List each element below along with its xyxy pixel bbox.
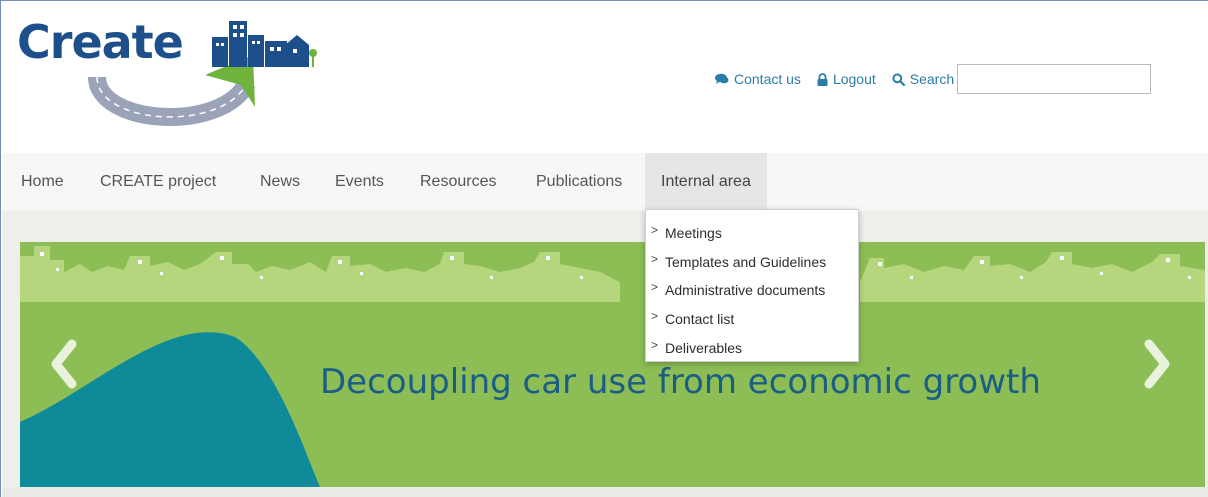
nav-item-events[interactable]: Events — [335, 153, 384, 211]
dropdown-item-administrative-documents[interactable]: > Administrative documents — [646, 276, 858, 305]
magnifier-icon — [892, 72, 905, 86]
browser-page: Create Contact us Logout Search Home CRE… — [0, 0, 1208, 497]
dropdown-item-label: Administrative documents — [665, 282, 826, 299]
slide-caption: Decoupling car use from economic growth — [320, 362, 1041, 402]
caret-right-icon: > — [651, 223, 659, 238]
search-label: Search — [909, 71, 955, 87]
logo-text: Create — [17, 15, 184, 69]
main-nav: Home CREATE project News Events Resource… — [2, 153, 1208, 211]
nav-item-create-project[interactable]: CREATE project — [100, 153, 216, 211]
dropdown-item-label: Deliverables — [665, 339, 743, 356]
logout-link[interactable]: Logout — [817, 71, 876, 87]
top-toolbar: Contact us Logout Search — [715, 64, 1152, 94]
logout-label: Logout — [832, 71, 876, 87]
dropdown-item-label: Meetings — [665, 225, 722, 242]
dropdown-item-templates[interactable]: > Templates and Guidelines — [646, 248, 858, 277]
dropdown-item-meetings[interactable]: > Meetings — [646, 219, 858, 248]
site-logo[interactable]: Create — [17, 15, 317, 133]
footer-strip — [2, 487, 1208, 497]
nav-item-internal-area[interactable]: Internal area — [645, 153, 767, 211]
caret-right-icon: > — [651, 280, 659, 295]
lock-icon — [817, 72, 828, 86]
chevron-left-icon[interactable] — [42, 334, 86, 394]
nav-item-home[interactable]: Home — [21, 153, 64, 211]
dropdown-item-deliverables[interactable]: > Deliverables — [646, 333, 858, 362]
nav-item-news[interactable]: News — [260, 153, 300, 211]
nav-item-resources[interactable]: Resources — [420, 153, 496, 211]
nav-item-publications[interactable]: Publications — [536, 153, 622, 211]
hero-slider: Decoupling car use from economic growth — [20, 242, 1205, 487]
chat-bubble-icon — [715, 73, 729, 84]
dropdown-item-label: Contact list — [665, 311, 735, 328]
contact-us-link[interactable]: Contact us — [715, 71, 801, 87]
internal-area-dropdown: > Meetings > Templates and Guidelines > … — [645, 209, 859, 362]
dropdown-item-contact-list[interactable]: > Contact list — [646, 305, 858, 334]
chevron-right-icon[interactable] — [1135, 334, 1179, 394]
caret-right-icon: > — [651, 309, 659, 324]
search-link[interactable]: Search — [892, 71, 954, 87]
contact-us-label: Contact us — [734, 71, 801, 87]
caret-right-icon: > — [651, 251, 659, 266]
caret-right-icon: > — [651, 337, 659, 352]
dropdown-item-label: Templates and Guidelines — [665, 253, 827, 270]
search-input[interactable] — [957, 64, 1152, 94]
